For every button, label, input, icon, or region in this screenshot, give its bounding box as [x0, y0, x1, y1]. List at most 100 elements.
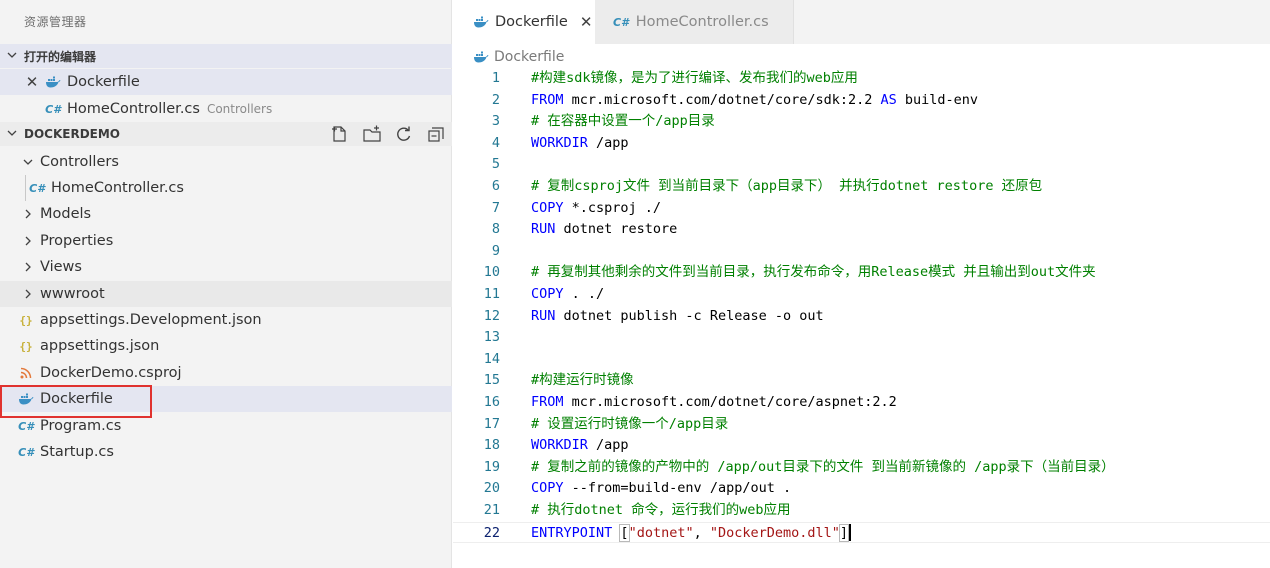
line-number: 19	[483, 458, 500, 475]
open-editor-homecontroller[interactable]: C# HomeController.cs Controllers	[0, 96, 452, 122]
tree-label: Views	[40, 259, 82, 275]
line-text: ENTRYPOINT ["dotnet", "DockerDemo.dll"]	[531, 523, 852, 545]
code-token: mcr.microsoft.com/dotnet/core/aspnet:2.2	[563, 394, 897, 410]
code-token: ,	[693, 524, 710, 541]
code-token: # 复制csproj文件 到当前目录下（app目录下） 并执行dotnet re…	[531, 178, 1043, 194]
open-editors-header[interactable]: 打开的编辑器	[0, 44, 452, 68]
code-line[interactable]: 12 RUN dotnet publish -c Release -o out	[453, 306, 1270, 328]
code-line[interactable]: 6 # 复制csproj文件 到当前目录下（app目录下） 并执行dotnet r…	[453, 176, 1270, 198]
code-token: # 在容器中设置一个/app目录	[531, 113, 715, 130]
code-line[interactable]: 15 #构建运行时镜像	[453, 370, 1270, 392]
code-line[interactable]: 10 # 再复制其他剩余的文件到当前目录，执行发布命令，用Release模式 并且…	[453, 262, 1270, 284]
tree-folder-views[interactable]: Views	[0, 254, 452, 280]
chevron-right-icon	[20, 236, 36, 246]
code-line[interactable]: 22 ENTRYPOINT ["dotnet", "DockerDemo.dll"…	[453, 521, 1270, 545]
refresh-icon[interactable]	[394, 125, 414, 143]
tree-folder-properties[interactable]: Properties	[0, 228, 452, 254]
code-line[interactable]: 21 # 执行dotnet 命令，运行我们的web应用	[453, 500, 1270, 522]
code-line[interactable]: 7 COPY *.csproj ./	[453, 198, 1270, 220]
code-line[interactable]: 16 FROM mcr.microsoft.com/dotnet/core/asp…	[453, 392, 1270, 414]
code-token: mcr.microsoft.com/dotnet/core/sdk:2.2	[563, 91, 881, 108]
code-line[interactable]: 1 #构建sdk镜像，是为了进行编译、发布我们的web应用	[453, 68, 1270, 90]
editor-area: Dockerfile ✕ C# HomeController.cs Docker…	[453, 0, 1270, 568]
code-token: COPY	[531, 286, 564, 302]
line-number: 2	[491, 91, 500, 108]
tree-folder-controllers[interactable]: Controllers	[0, 149, 452, 175]
project-header[interactable]: DOCKERDEMO	[0, 122, 452, 146]
line-number: 16	[483, 394, 500, 410]
close-icon[interactable]: ✕	[24, 73, 40, 91]
tab-homecontroller[interactable]: C# HomeController.cs	[595, 0, 794, 44]
line-text: # 再复制其他剩余的文件到当前目录，执行发布命令，用Release模式 并且输出…	[531, 262, 1096, 284]
explorer-sidebar: 资源管理器 打开的编辑器 ✕ Dockerfile C# HomeControl…	[0, 0, 452, 568]
docker-icon	[473, 16, 489, 28]
code-token: [	[619, 523, 630, 542]
chevron-right-icon	[20, 209, 36, 219]
new-folder-icon[interactable]	[362, 125, 382, 143]
code-token: "dotnet"	[628, 524, 694, 541]
code-line[interactable]: 13	[453, 327, 1270, 349]
code-line[interactable]: 19 # 复制之前的镜像的产物中的 /app/out目录下的文件 到当前新镜像的 …	[453, 457, 1270, 479]
tree-file-homecontroller[interactable]: C# HomeController.cs	[0, 175, 452, 201]
tab-label: HomeController.cs	[635, 14, 769, 30]
code-token: "DockerDemo.dll"	[709, 524, 840, 541]
code-line[interactable]: 2 FROM mcr.microsoft.com/dotnet/core/sdk:…	[453, 90, 1270, 112]
tree-file-startup[interactable]: C# Startup.cs	[0, 439, 452, 465]
code-line[interactable]: 4 WORKDIR /app	[453, 133, 1270, 155]
tab-dockerfile[interactable]: Dockerfile ✕	[453, 0, 595, 44]
csharp-icon: C#	[18, 445, 34, 459]
open-editor-dockerfile[interactable]: ✕ Dockerfile	[0, 69, 452, 95]
line-text: FROM mcr.microsoft.com/dotnet/core/sdk:2…	[531, 90, 978, 112]
chevron-down-icon	[20, 157, 36, 167]
code-token: RUN	[531, 221, 556, 238]
chevron-right-icon	[20, 262, 36, 272]
code-token: --from=build-env /app/out .	[563, 480, 792, 497]
json-icon: {}	[19, 339, 33, 353]
tree-file-csproj[interactable]: DockerDemo.csproj	[0, 360, 452, 386]
tree-label: DockerDemo.csproj	[40, 365, 182, 381]
tree-label: Startup.cs	[40, 444, 114, 460]
code-line[interactable]: 9	[453, 241, 1270, 263]
breadcrumb[interactable]: Dockerfile	[473, 46, 564, 68]
tree-folder-models[interactable]: Models	[0, 201, 452, 227]
tree-folder-wwwroot[interactable]: wwwroot	[0, 281, 452, 307]
line-number: 14	[483, 350, 500, 367]
code-line[interactable]: 20 COPY --from=build-env /app/out .	[453, 478, 1270, 500]
code-line[interactable]: 11 COPY . ./	[453, 284, 1270, 306]
tree-label: HomeController.cs	[51, 180, 184, 196]
line-number: 15	[483, 372, 500, 389]
code-line[interactable]: 18 WORKDIR /app	[453, 435, 1270, 457]
annotation-highlight-box	[0, 385, 152, 418]
line-text: # 设置运行时镜像一个/app目录	[531, 414, 728, 436]
json-icon: {}	[19, 313, 33, 327]
tree-file-appsettings-dev[interactable]: {} appsettings.Development.json	[0, 307, 452, 333]
chevron-down-icon	[0, 128, 24, 141]
code-token: COPY	[531, 199, 564, 216]
line-text: # 复制csproj文件 到当前目录下（app目录下） 并执行dotnet re…	[531, 176, 1042, 198]
tab-bar: Dockerfile ✕ C# HomeController.cs	[453, 0, 1270, 44]
code-token: RUN	[531, 307, 556, 324]
line-text: WORKDIR /app	[531, 133, 629, 155]
tree-file-appsettings[interactable]: {} appsettings.json	[0, 333, 452, 359]
code-line[interactable]: 17 # 设置运行时镜像一个/app目录	[453, 414, 1270, 436]
line-number: 8	[491, 221, 500, 238]
code-token: # 设置运行时镜像一个/app目录	[531, 415, 729, 432]
chevron-down-icon	[0, 50, 24, 63]
code-token: # 再复制其他剩余的文件到当前目录，执行发布命令，用Release模式 并且输出…	[531, 264, 1096, 281]
code-line[interactable]: 5	[453, 154, 1270, 176]
code-token: dotnet publish -c Release -o out	[555, 307, 824, 324]
collapse-all-icon[interactable]	[426, 125, 446, 143]
close-icon[interactable]: ✕	[580, 13, 593, 31]
code-token: FROM	[531, 394, 564, 410]
new-file-icon[interactable]	[330, 125, 350, 143]
code-line[interactable]: 3 # 在容器中设置一个/app目录	[453, 111, 1270, 133]
project-title: DOCKERDEMO	[24, 127, 121, 141]
open-editor-label: HomeController.cs	[67, 101, 200, 117]
code-line[interactable]: 8 RUN dotnet restore	[453, 219, 1270, 241]
docker-icon	[44, 76, 62, 88]
code-line[interactable]: 14	[453, 349, 1270, 371]
code-token: WORKDIR	[531, 437, 588, 454]
chevron-right-icon	[20, 289, 36, 299]
line-text: #构建sdk镜像，是为了进行编译、发布我们的web应用	[531, 68, 858, 90]
line-text: # 复制之前的镜像的产物中的 /app/out目录下的文件 到当前新镜像的 /a…	[531, 457, 1115, 479]
